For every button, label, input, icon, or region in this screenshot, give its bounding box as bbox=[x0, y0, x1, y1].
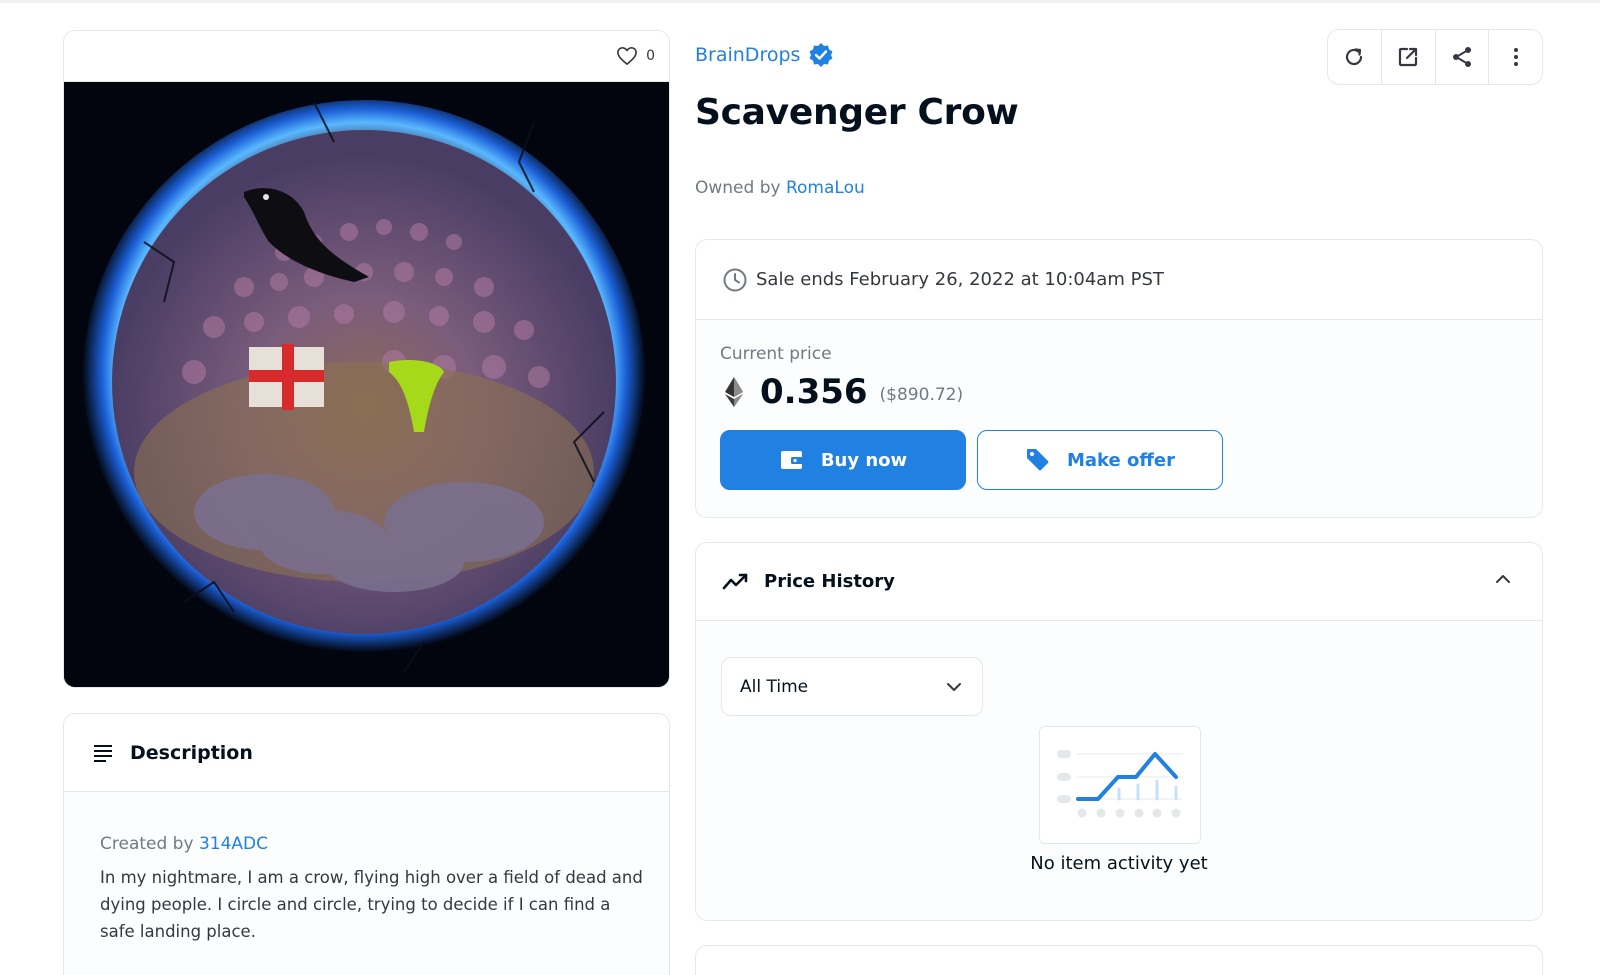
external-link-button[interactable] bbox=[1382, 30, 1436, 84]
price-history-card: Price History All Time No item activity … bbox=[695, 542, 1543, 921]
share-icon bbox=[1452, 47, 1471, 67]
top-divider bbox=[0, 0, 1600, 3]
description-card: Description Created by 314ADC In my nigh… bbox=[63, 713, 670, 975]
sale-header: Sale ends February 26, 2022 at 10:04am P… bbox=[696, 240, 1542, 320]
ethereum-icon bbox=[725, 377, 743, 407]
more-options-button[interactable] bbox=[1489, 30, 1542, 84]
share-button[interactable] bbox=[1436, 30, 1490, 84]
asset-image[interactable] bbox=[64, 82, 669, 687]
make-offer-label: Make offer bbox=[1066, 449, 1176, 471]
heart-icon bbox=[617, 47, 637, 65]
chevron-up-icon[interactable] bbox=[1494, 572, 1512, 586]
description-header[interactable]: Description bbox=[64, 714, 669, 792]
time-range-select[interactable]: All Time bbox=[721, 657, 983, 716]
price-history-body: All Time No item activity yet bbox=[696, 621, 1542, 920]
time-range-value: All Time bbox=[740, 676, 809, 697]
chevron-down-icon bbox=[947, 682, 961, 691]
price-row: 0.356 ($890.72) bbox=[720, 370, 1518, 414]
item-toolbar bbox=[1327, 29, 1543, 85]
verified-badge-icon bbox=[809, 43, 833, 67]
created-by-prefix: Created by bbox=[100, 834, 194, 854]
owned-by-prefix: Owned by bbox=[695, 178, 781, 198]
make-offer-button[interactable]: Make offer bbox=[977, 430, 1223, 490]
sale-body: Current price 0.356 ($890.72) Buy now Ma… bbox=[696, 320, 1542, 517]
sale-end-text: Sale ends February 26, 2022 at 10:04am P… bbox=[756, 269, 1164, 290]
sale-card: Sale ends February 26, 2022 at 10:04am P… bbox=[695, 239, 1543, 518]
price-usd: ($890.72) bbox=[879, 385, 964, 405]
sale-actions: Buy now Make offer bbox=[720, 430, 1518, 490]
price-history-header[interactable]: Price History bbox=[696, 543, 1542, 621]
asset-card: 0 bbox=[63, 30, 670, 688]
description-text: In my nightmare, I am a crow, flying hig… bbox=[100, 868, 643, 941]
external-link-icon bbox=[1399, 47, 1418, 67]
clock-icon bbox=[723, 268, 747, 291]
trending-up-icon bbox=[722, 573, 748, 589]
favorite-button[interactable]: 0 bbox=[616, 46, 655, 66]
created-by: Created by 314ADC bbox=[100, 834, 633, 854]
next-section-card bbox=[695, 945, 1543, 975]
favorite-count: 0 bbox=[646, 48, 655, 64]
owner-link[interactable]: RomaLou bbox=[786, 178, 865, 198]
more-options-icon bbox=[1513, 48, 1518, 66]
description-body: Created by 314ADC In my nightmare, I am … bbox=[64, 792, 669, 975]
refresh-button[interactable] bbox=[1328, 30, 1382, 84]
refresh-icon bbox=[1346, 48, 1363, 66]
price-history-title: Price History bbox=[764, 571, 895, 592]
empty-activity-text: No item activity yet bbox=[1030, 853, 1208, 874]
item-title: Scavenger Crow bbox=[695, 92, 1019, 133]
price-label: Current price bbox=[720, 344, 832, 364]
asset-card-header: 0 bbox=[64, 31, 669, 82]
price-value: 0.356 bbox=[760, 372, 868, 412]
description-title: Description bbox=[130, 741, 253, 764]
tag-icon bbox=[1026, 449, 1049, 471]
buy-now-button[interactable]: Buy now bbox=[720, 430, 966, 490]
buy-now-label: Buy now bbox=[820, 449, 908, 471]
description-lines-icon bbox=[94, 744, 112, 762]
empty-chart-icon bbox=[1057, 750, 1183, 818]
collection-link[interactable]: BrainDrops bbox=[695, 42, 834, 68]
creator-link[interactable]: 314ADC bbox=[199, 834, 268, 854]
empty-chart-illustration bbox=[1039, 726, 1201, 844]
owned-by: Owned by RomaLou bbox=[695, 178, 865, 198]
wallet-icon bbox=[780, 451, 804, 469]
collection-name: BrainDrops bbox=[695, 44, 801, 66]
